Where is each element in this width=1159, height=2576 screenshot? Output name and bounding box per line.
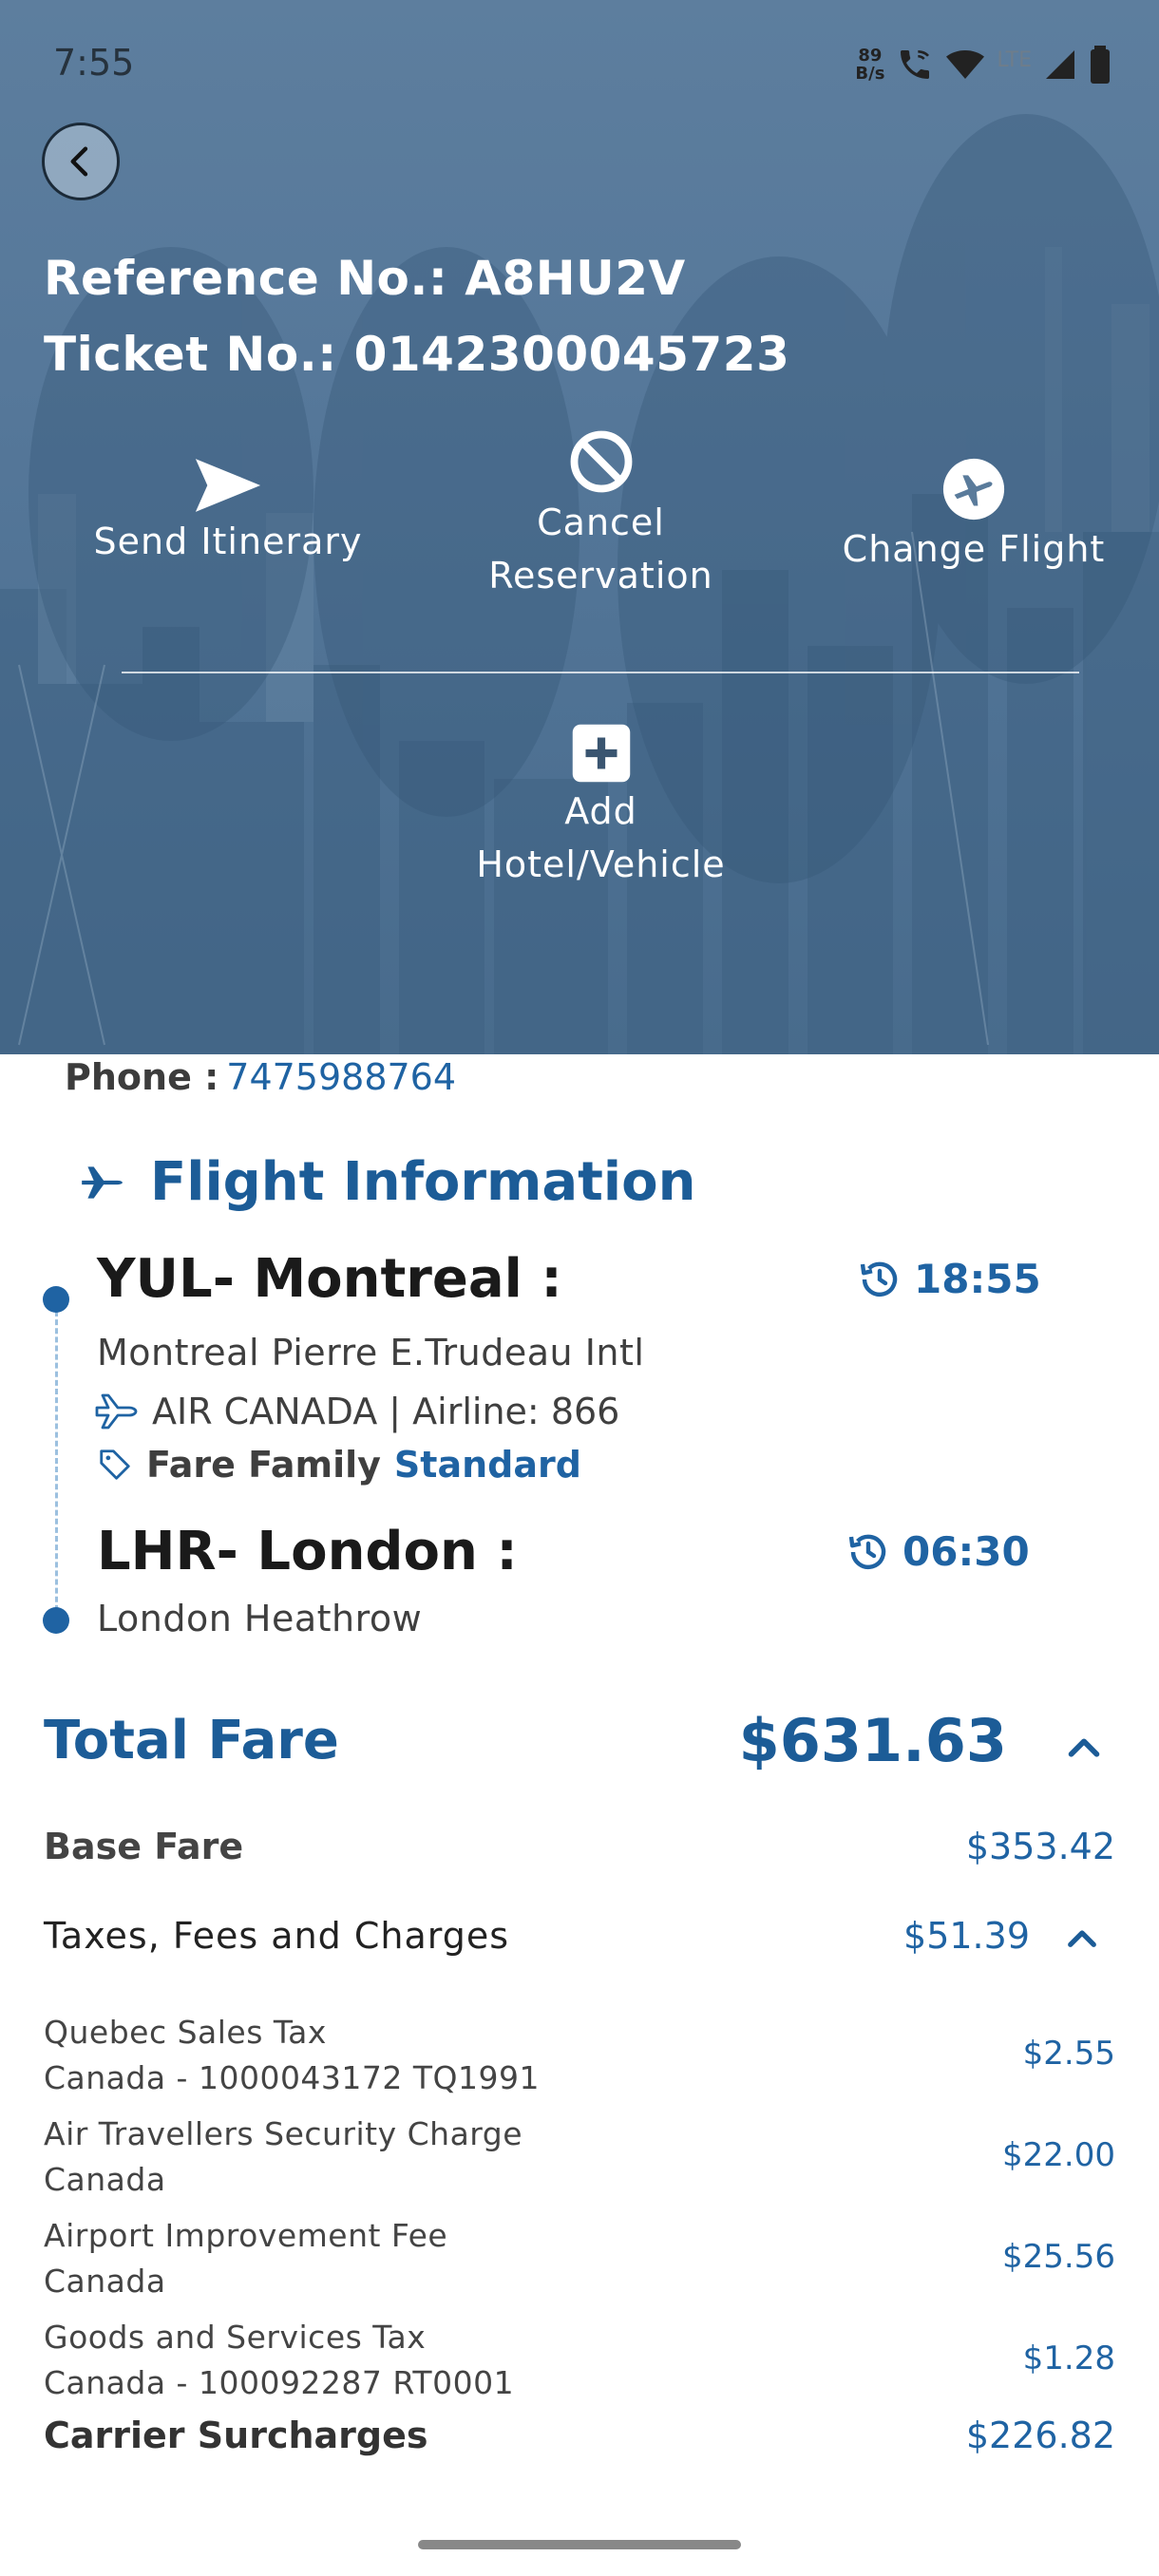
lte-label: LTE bbox=[997, 47, 1032, 72]
cancel-reservation-button[interactable]: Cancel Reservation bbox=[437, 427, 765, 602]
actions-divider bbox=[122, 672, 1079, 673]
cancel-label-line1: Cancel bbox=[537, 502, 665, 543]
departure-airport: Montreal Pierre E.Trudeau Intl bbox=[97, 1332, 645, 1373]
arrival-city: LHR- London : bbox=[97, 1521, 518, 1582]
add-square-icon bbox=[572, 724, 630, 783]
tag-icon bbox=[100, 1449, 130, 1480]
airplane-icon bbox=[82, 1165, 123, 1199]
flight-info-title: Flight Information bbox=[150, 1151, 696, 1213]
carrier-surcharges-value: $226.82 bbox=[965, 2415, 1115, 2456]
add-label-line1: Add bbox=[564, 790, 637, 832]
cancel-icon bbox=[570, 430, 632, 493]
taxes-label[interactable]: Taxes, Fees and Charges bbox=[44, 1915, 509, 1957]
status-bar: 7:55 89 B/s LTE bbox=[0, 0, 1159, 123]
tax-item-value: $1.28 bbox=[1022, 2339, 1115, 2377]
tax-item-name: Airport Improvement Fee Canada bbox=[44, 2217, 448, 2300]
taxes-value: $51.39 bbox=[903, 1915, 1030, 1957]
base-fare-label: Base Fare bbox=[44, 1826, 244, 1867]
chevron-up-icon[interactable] bbox=[1062, 1920, 1102, 1960]
send-itinerary-button[interactable]: Send Itinerary bbox=[57, 456, 399, 568]
airplane-outline-icon bbox=[95, 1393, 138, 1430]
airplane-circle-icon bbox=[942, 458, 1005, 521]
phone-row: Phone :7475988764 bbox=[65, 1056, 456, 1098]
add-label-line2: Hotel/Vehicle bbox=[476, 843, 726, 885]
wifi-icon bbox=[946, 50, 985, 79]
timeline-line bbox=[55, 1311, 58, 1619]
wifi-calling-icon bbox=[901, 50, 930, 79]
tax-item-value: $25.56 bbox=[1002, 2238, 1115, 2276]
arrival-airport: London Heathrow bbox=[97, 1598, 423, 1639]
departure-city: YUL- Montreal : bbox=[97, 1248, 562, 1310]
status-icons: 89 B/s LTE bbox=[855, 42, 1112, 87]
network-speed: 89 B/s bbox=[855, 46, 885, 84]
phone-label: Phone : bbox=[65, 1056, 219, 1098]
back-button[interactable] bbox=[42, 123, 120, 200]
fare-family-row: Fare Family Standard bbox=[97, 1444, 581, 1486]
send-icon bbox=[195, 459, 261, 512]
airline-row: AIR CANADA | Airline: 866 bbox=[93, 1389, 619, 1434]
send-itinerary-label: Send Itinerary bbox=[93, 521, 363, 562]
fare-family-label: Fare Family bbox=[146, 1444, 381, 1486]
flight-info-heading: Flight Information bbox=[78, 1151, 695, 1213]
phone-link[interactable]: 7475988764 bbox=[226, 1056, 456, 1098]
tax-item-name: Goods and Services Tax Canada - 10009228… bbox=[44, 2319, 515, 2401]
history-icon bbox=[848, 1534, 886, 1569]
tax-item-value: $2.55 bbox=[1022, 2035, 1115, 2073]
fare-family-value: Standard bbox=[393, 1444, 581, 1486]
tax-item-name: Quebec Sales Tax Canada - 1000043172 TQ1… bbox=[44, 2014, 541, 2096]
chevron-up-icon[interactable] bbox=[1062, 1727, 1106, 1771]
departure-time: 18:55 bbox=[857, 1256, 1041, 1302]
home-indicator[interactable] bbox=[418, 2540, 741, 2549]
reference-number: Reference No.: A8HU2V bbox=[44, 251, 686, 306]
change-flight-button[interactable]: Change Flight bbox=[817, 456, 1130, 576]
departure-dot bbox=[43, 1286, 69, 1313]
change-flight-label: Change Flight bbox=[842, 528, 1106, 570]
status-time: 7:55 bbox=[53, 42, 135, 84]
base-fare-value: $353.42 bbox=[965, 1826, 1115, 1867]
header-banner: 7:55 89 B/s LTE Reference No.: A8HU2V Ti… bbox=[0, 0, 1159, 1054]
cancel-label-line2: Reservation bbox=[488, 555, 713, 597]
arrival-time: 06:30 bbox=[846, 1528, 1030, 1575]
carrier-surcharges-label: Carrier Surcharges bbox=[44, 2415, 428, 2456]
total-fare-label: Total Fare bbox=[44, 1710, 339, 1771]
tax-item-name: Air Travellers Security Charge Canada bbox=[44, 2115, 523, 2198]
airline-text: AIR CANADA | Airline: 866 bbox=[152, 1391, 620, 1432]
ticket-number: Ticket No.: 0142300045723 bbox=[44, 327, 790, 382]
add-hotel-vehicle-button[interactable]: Add Hotel/Vehicle bbox=[437, 722, 765, 891]
signal-icon bbox=[1046, 50, 1074, 79]
total-fare-value: $631.63 bbox=[738, 1706, 1007, 1775]
history-icon bbox=[860, 1261, 898, 1297]
battery-icon bbox=[1091, 46, 1110, 84]
tax-item-value: $22.00 bbox=[1002, 2136, 1115, 2174]
chevron-left-icon bbox=[70, 146, 88, 177]
arrival-dot bbox=[43, 1607, 69, 1634]
